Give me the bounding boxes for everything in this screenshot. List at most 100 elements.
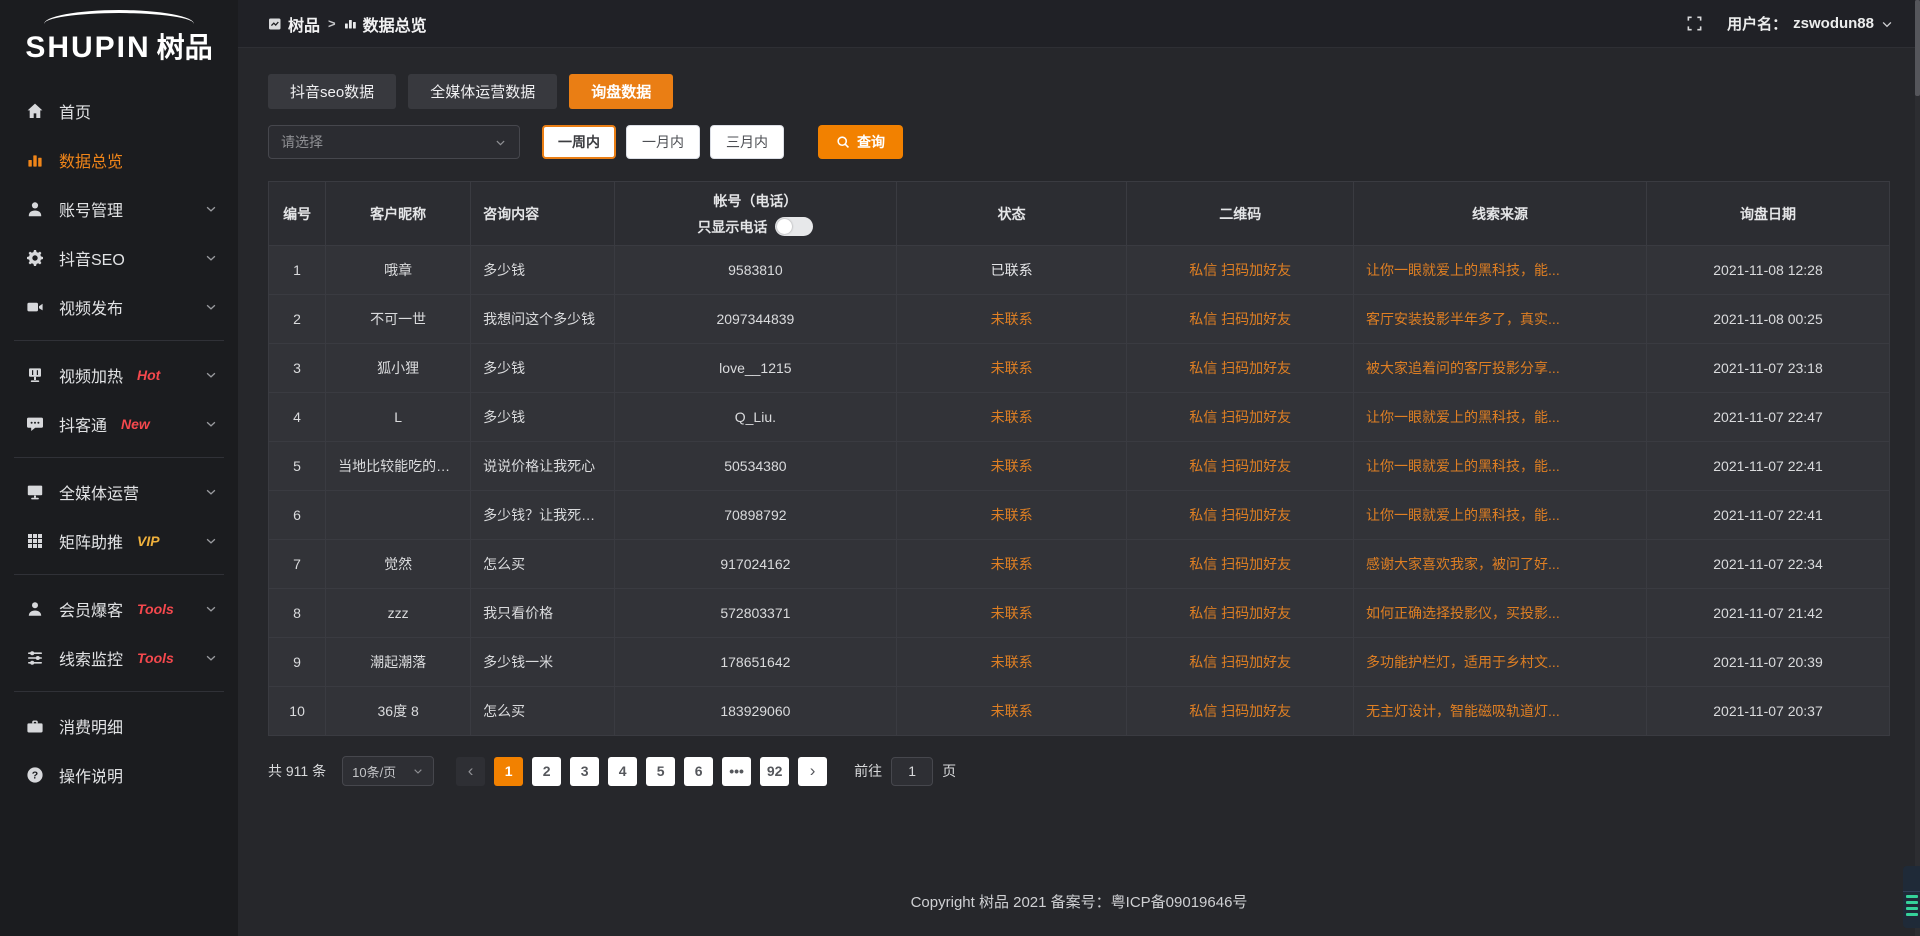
sidebar-item-question[interactable]: ?操作说明 [0, 750, 238, 799]
qr-add-friend-link[interactable]: 私信 扫码加好友 [1189, 556, 1291, 572]
prev-page-button[interactable]: ‹ [456, 757, 485, 786]
cell-source: 让你一眼就爱上的黑科技，能... [1354, 246, 1647, 295]
page-size-select[interactable]: 10条/页 [342, 756, 434, 786]
breadcrumb-item-app[interactable]: 树品 [268, 12, 320, 36]
lead-source-link[interactable]: 无主灯设计，智能磁吸轨道灯... [1366, 703, 1560, 719]
sidebar-item-badge: Tools [137, 601, 174, 617]
phone-only-toggle[interactable] [775, 217, 813, 236]
lead-source-link[interactable]: 多功能护栏灯，适用于乡村文... [1366, 654, 1560, 670]
page-ellipsis-button[interactable]: ••• [722, 757, 751, 786]
account-select[interactable]: 请选择 [268, 125, 520, 159]
breadcrumb-separator: > [328, 16, 336, 31]
qr-add-friend-link[interactable]: 私信 扫码加好友 [1189, 409, 1291, 425]
cell-status: 未联系 [896, 344, 1127, 393]
user-menu[interactable]: 用户名： zswodun88 [1727, 13, 1894, 34]
sidebar-item-chat[interactable]: 抖客通New [0, 399, 238, 448]
lead-source-link[interactable]: 如何正确选择投影仪，买投影... [1366, 605, 1560, 621]
user-icon [26, 200, 44, 218]
breadcrumb-item-page[interactable]: 数据总览 [344, 12, 427, 36]
cell-date: 2021-11-08 12:28 [1647, 246, 1890, 295]
sidebar-item-monitor[interactable]: 全媒体运营 [0, 467, 238, 516]
status-text: 未联系 [991, 311, 1033, 327]
page-number-button-2[interactable]: 2 [532, 757, 561, 786]
sidebar-item-bar-chart[interactable]: 数据总览 [0, 135, 238, 184]
sidebar-item-label: 首页 [59, 99, 91, 123]
tab-douyin-seo-data[interactable]: 抖音seo数据 [268, 74, 396, 109]
table-header-row: 编号 客户昵称 咨询内容 帐号（电话） 只显示电话 状态 二维码 [269, 182, 1890, 246]
range-three-months-button[interactable]: 三月内 [710, 125, 784, 159]
lead-source-link[interactable]: 客厅安装投影半年多了，真实... [1366, 311, 1560, 327]
qr-add-friend-link[interactable]: 私信 扫码加好友 [1189, 703, 1291, 719]
sidebar-item-member[interactable]: 会员爆客Tools [0, 584, 238, 633]
cell-status: 未联系 [896, 393, 1127, 442]
page-number-button-4[interactable]: 4 [608, 757, 637, 786]
sidebar-item-gear[interactable]: 抖音SEO [0, 233, 238, 282]
lead-source-link[interactable]: 让你一眼就爱上的黑科技，能... [1366, 507, 1560, 523]
floating-service-widget[interactable] [1903, 866, 1920, 928]
app-square-icon [268, 17, 282, 31]
sidebar-item-wallet[interactable]: 消费明细 [0, 701, 238, 750]
scrollbar-thumb[interactable] [1915, 0, 1920, 96]
sidebar-item-user[interactable]: 账号管理 [0, 184, 238, 233]
page-number-button-3[interactable]: 3 [570, 757, 599, 786]
cell-status: 未联系 [896, 589, 1127, 638]
sidebar-item-badge: New [121, 416, 150, 432]
lead-source-link[interactable]: 让你一眼就爱上的黑科技，能... [1366, 458, 1560, 474]
sidebar-item-label: 账号管理 [59, 197, 123, 221]
breadcrumb-page-label: 数据总览 [363, 12, 427, 36]
page-number-button-5[interactable]: 5 [646, 757, 675, 786]
cell-source: 无主灯设计，智能磁吸轨道灯... [1354, 687, 1647, 736]
sidebar-item-video-camera[interactable]: 视频发布 [0, 282, 238, 331]
qr-add-friend-link[interactable]: 私信 扫码加好友 [1189, 458, 1291, 474]
page-number-button-1[interactable]: 1 [494, 757, 523, 786]
cell-nickname: 哦章 [326, 246, 471, 295]
cell-account: 70898792 [615, 491, 897, 540]
table-row: 6多少钱？让我死心 看70898792未联系私信 扫码加好友让你一眼就爱上的黑科… [269, 491, 1890, 540]
table-row: 7觉然怎么买917024162未联系私信 扫码加好友感谢大家喜欢我家，被问了好.… [269, 540, 1890, 589]
cell-id: 7 [269, 540, 326, 589]
toggle-knob [777, 219, 792, 234]
goto-suffix: 页 [942, 761, 956, 781]
cell-content: 怎么买 [471, 540, 615, 589]
cell-content: 多少钱 [471, 246, 615, 295]
lead-source-link[interactable]: 感谢大家喜欢我家，被问了好... [1366, 556, 1560, 572]
qr-add-friend-link[interactable]: 私信 扫码加好友 [1189, 262, 1291, 278]
next-page-button[interactable]: › [798, 757, 827, 786]
cell-content: 我只看价格 [471, 589, 615, 638]
sidebar-item-sliders[interactable]: 线索监控Tools [0, 633, 238, 682]
goto-page-input[interactable] [891, 757, 933, 786]
qr-add-friend-link[interactable]: 私信 扫码加好友 [1189, 605, 1291, 621]
qr-add-friend-link[interactable]: 私信 扫码加好友 [1189, 507, 1291, 523]
sidebar-item-grid[interactable]: 矩阵助推VIP [0, 516, 238, 565]
query-button[interactable]: 查询 [818, 125, 903, 159]
cell-source: 感谢大家喜欢我家，被问了好... [1354, 540, 1647, 589]
cell-account: Q_Liu. [615, 393, 897, 442]
col-header-content: 咨询内容 [471, 182, 615, 246]
page-number-button-92[interactable]: 92 [760, 757, 789, 786]
sidebar-item-billboard[interactable]: 视频加热Hot [0, 350, 238, 399]
qr-add-friend-link[interactable]: 私信 扫码加好友 [1189, 360, 1291, 376]
app-logo[interactable]: SHUPIN 树品 [0, 0, 238, 72]
status-text: 未联系 [991, 458, 1033, 474]
range-one-week-button[interactable]: 一周内 [542, 125, 616, 159]
lead-source-link[interactable]: 让你一眼就爱上的黑科技，能... [1366, 409, 1560, 425]
inquiry-table-wrap: 编号 客户昵称 咨询内容 帐号（电话） 只显示电话 状态 二维码 [268, 181, 1890, 736]
page-scrollbar[interactable] [1915, 0, 1920, 936]
qr-add-friend-link[interactable]: 私信 扫码加好友 [1189, 311, 1291, 327]
qr-add-friend-link[interactable]: 私信 扫码加好友 [1189, 654, 1291, 670]
lead-source-link[interactable]: 让你一眼就爱上的黑科技，能... [1366, 262, 1560, 278]
page-number-button-6[interactable]: 6 [684, 757, 713, 786]
lead-source-link[interactable]: 被大家追着问的客厅投影分享... [1366, 360, 1560, 376]
sidebar-item-home[interactable]: 首页 [0, 86, 238, 135]
range-one-month-button[interactable]: 一月内 [626, 125, 700, 159]
cell-account: 50534380 [615, 442, 897, 491]
sidebar-item-badge: Tools [137, 650, 174, 666]
tab-inquiry-data[interactable]: 询盘数据 [569, 74, 673, 109]
cell-content: 怎么买 [471, 687, 615, 736]
cell-content: 多少钱？让我死心 看 [471, 491, 615, 540]
page-size-value: 10条/页 [352, 762, 396, 781]
fullscreen-icon[interactable] [1686, 15, 1703, 32]
table-row: 9潮起潮落多少钱一米178651642未联系私信 扫码加好友多功能护栏灯，适用于… [269, 638, 1890, 687]
cell-qrcode: 私信 扫码加好友 [1127, 393, 1354, 442]
tab-omnimedia-data[interactable]: 全媒体运营数据 [408, 74, 557, 109]
